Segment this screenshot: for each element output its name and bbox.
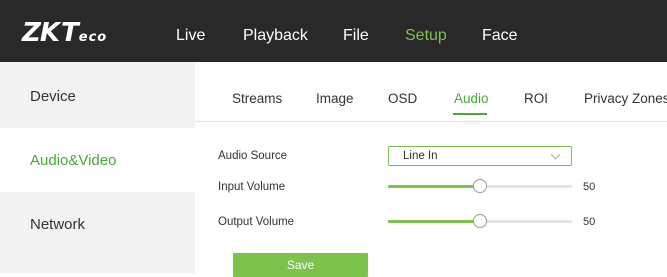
sub-tabs: Streams Image OSD Audio ROI Privacy Zone… xyxy=(195,62,667,121)
input-volume-value: 50 xyxy=(583,181,596,193)
logo-eco: eco xyxy=(78,30,108,45)
zkteco-logo: ZK T eco xyxy=(22,18,108,48)
top-nav-bar: ZK T eco Live Playback File Setup Face xyxy=(0,0,667,62)
audio-source-label: Audio Source xyxy=(218,150,288,162)
audio-source-select[interactable]: Line In xyxy=(388,146,572,166)
active-tab-indicator xyxy=(453,113,487,115)
output-volume-slider[interactable] xyxy=(388,214,572,228)
tab-audio[interactable]: Audio xyxy=(454,91,489,107)
slider-fill xyxy=(388,220,480,223)
nav-setup[interactable]: Setup xyxy=(405,27,447,45)
slider-thumb[interactable] xyxy=(473,179,487,193)
tab-streams[interactable]: Streams xyxy=(232,91,282,107)
input-volume-slider[interactable] xyxy=(388,179,572,193)
chevron-down-icon xyxy=(550,149,561,160)
sidebar-item-audio-video[interactable]: Audio&Video xyxy=(0,128,195,192)
slider-thumb[interactable] xyxy=(473,214,487,228)
nav-file[interactable]: File xyxy=(343,27,369,45)
tab-roi[interactable]: ROI xyxy=(524,91,548,107)
save-button[interactable]: Save xyxy=(233,253,368,277)
logo-t: T xyxy=(61,18,79,48)
audio-source-value: Line In xyxy=(403,150,438,162)
nav-playback[interactable]: Playback xyxy=(243,27,308,45)
tabs-divider xyxy=(195,121,667,122)
settings-sidebar: Device Audio&Video Network xyxy=(0,62,195,273)
input-volume-label: Input Volume xyxy=(218,181,286,193)
tab-osd[interactable]: OSD xyxy=(388,91,417,107)
nav-face[interactable]: Face xyxy=(482,27,518,45)
sidebar-item-network[interactable]: Network xyxy=(0,192,195,256)
slider-fill xyxy=(388,185,480,188)
nav-live[interactable]: Live xyxy=(176,27,205,45)
logo-zk: ZK xyxy=(22,18,60,48)
output-volume-label: Output Volume xyxy=(218,216,295,228)
sidebar-item-device[interactable]: Device xyxy=(0,64,195,128)
tab-privacy-zones[interactable]: Privacy Zones xyxy=(584,91,667,107)
tab-image[interactable]: Image xyxy=(316,91,354,107)
output-volume-value: 50 xyxy=(583,216,596,228)
